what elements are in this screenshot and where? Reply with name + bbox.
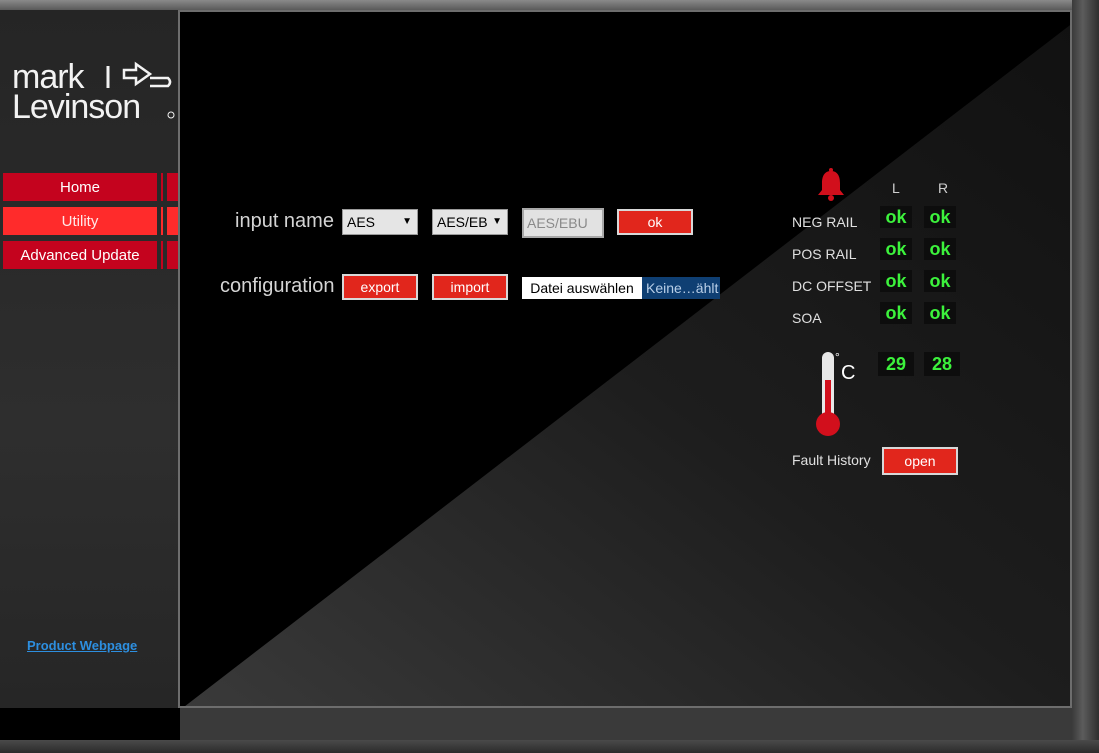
fault-history-label: Fault History (792, 452, 871, 468)
product-webpage-link[interactable]: Product Webpage (27, 638, 137, 653)
choose-file-button[interactable]: Datei auswählen (522, 277, 642, 299)
dropdown-arrow-icon: ▼ (402, 216, 412, 227)
nav-item-home[interactable]: Home (3, 173, 183, 201)
input-name-label: input name (235, 210, 334, 232)
file-status-text: Keine…ählt (642, 277, 720, 299)
soa-left-status: ok (880, 302, 912, 324)
column-header-left: L (892, 180, 900, 196)
degree-symbol: ° (835, 350, 840, 364)
nav-item-label: Utility (3, 207, 157, 235)
main-panel: input name AES ▼ AES/EB ▼ ok configurati… (178, 10, 1072, 708)
nav-item-utility[interactable]: Utility (3, 207, 183, 235)
sidebar: mark Levinson Home Utility Advanced Upda… (0, 10, 183, 708)
status-label-pos-rail: POS RAIL (792, 246, 857, 262)
sidebar-bottom-bar (0, 708, 180, 740)
nav-item-advanced-update[interactable]: Advanced Update (3, 241, 183, 269)
pos-rail-left-status: ok (880, 238, 912, 260)
column-header-right: R (938, 180, 949, 196)
export-button[interactable]: export (342, 274, 418, 300)
bell-icon (814, 168, 848, 202)
neg-rail-left-status: ok (880, 206, 912, 228)
input-format-select[interactable]: AES/EB ▼ (432, 209, 508, 235)
pos-rail-right-status: ok (924, 238, 956, 260)
input-name-field[interactable] (522, 208, 604, 238)
nav-item-label: Home (3, 173, 157, 201)
mark-levinson-logo: mark Levinson (12, 58, 178, 126)
input-type-select[interactable]: AES ▼ (342, 209, 418, 235)
neg-rail-right-status: ok (924, 206, 956, 228)
ok-button[interactable]: ok (617, 209, 693, 235)
bottom-frame-strip (0, 740, 1099, 753)
import-button[interactable]: import (432, 274, 508, 300)
status-label-dc-offset: DC OFFSET (792, 278, 872, 294)
nav-item-label: Advanced Update (3, 241, 157, 269)
top-frame-strip (0, 0, 1099, 10)
svg-text:Levinson: Levinson (12, 88, 140, 124)
soa-right-status: ok (924, 302, 956, 324)
dc-offset-right-status: ok (924, 270, 956, 292)
configuration-label: configuration (220, 275, 335, 297)
dc-offset-left-status: ok (880, 270, 912, 292)
celsius-unit: C (841, 362, 856, 384)
status-label-neg-rail: NEG RAIL (792, 214, 858, 230)
temperature-right: 28 (924, 352, 960, 376)
status-label-soa: SOA (792, 310, 822, 326)
right-frame (1072, 0, 1099, 740)
temperature-left: 29 (878, 352, 914, 376)
fault-history-open-button[interactable]: open (882, 447, 958, 475)
dropdown-arrow-icon: ▼ (492, 216, 502, 227)
